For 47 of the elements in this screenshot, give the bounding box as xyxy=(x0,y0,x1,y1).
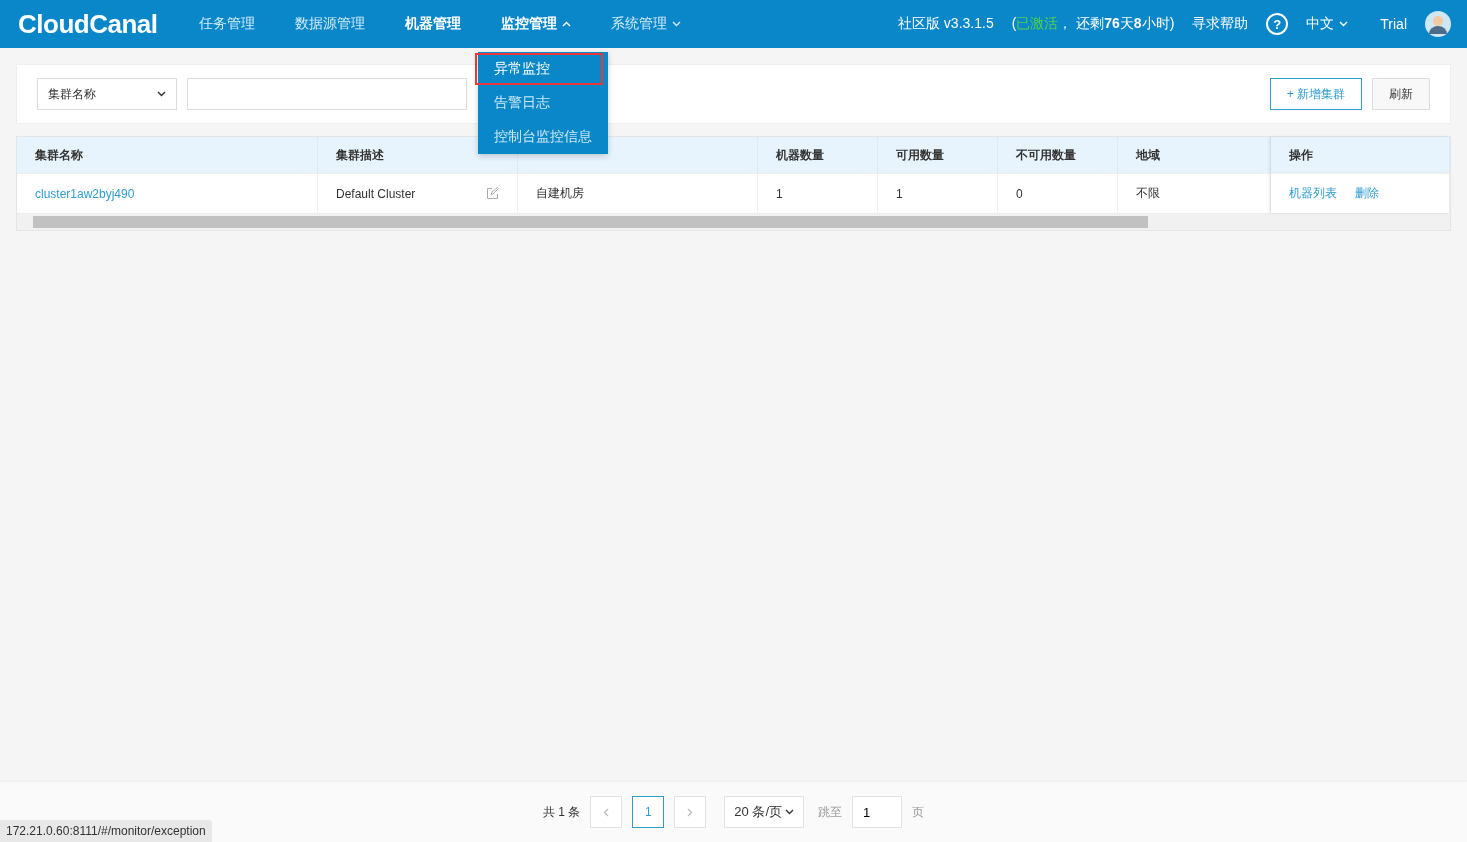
jump-label: 跳至 xyxy=(818,803,842,821)
prev-page-button[interactable] xyxy=(590,796,623,828)
chevron-right-icon xyxy=(687,807,694,817)
language-select[interactable]: 中文 xyxy=(1306,15,1349,33)
status-url: 172.21.0.60:8111/#/monitor/exception xyxy=(0,820,212,842)
help-icon[interactable]: ? xyxy=(1266,13,1289,35)
page-unit: 页 xyxy=(912,803,924,821)
add-cluster-button[interactable]: + 新增集群 xyxy=(1269,78,1362,110)
column-header: 地域 xyxy=(1118,137,1271,173)
chevron-icon xyxy=(157,91,166,97)
page-size-select[interactable]: 20 条/页 xyxy=(724,796,804,828)
search-field[interactable] xyxy=(187,78,467,110)
menu-item[interactable]: 告警日志 xyxy=(478,86,608,120)
description-text: Default Cluster xyxy=(336,186,416,201)
chevron-left-icon xyxy=(603,807,610,817)
next-page-button[interactable] xyxy=(674,796,707,828)
logo[interactable]: CloudCanal xyxy=(18,8,158,40)
nav-item[interactable]: 任务管理 xyxy=(179,0,276,48)
chevron-icon xyxy=(785,809,794,815)
column-header: 机器数量 xyxy=(758,137,878,173)
field-select[interactable]: 集群名称 xyxy=(37,78,177,110)
nav-item[interactable]: 系统管理 xyxy=(591,0,702,48)
page-button[interactable]: 1 xyxy=(632,796,665,828)
column-header: 可用数量 xyxy=(878,137,998,173)
chevron-icon xyxy=(562,21,572,27)
nav-item[interactable]: 数据源管理 xyxy=(275,0,386,48)
column-header: 集群名称 xyxy=(17,137,318,173)
chevron-icon xyxy=(1339,21,1349,27)
chevron-icon xyxy=(672,21,682,27)
action-link[interactable]: 机器列表 xyxy=(1289,185,1337,202)
jump-field[interactable]: 1 xyxy=(852,796,902,828)
horizontal-scrollbar[interactable] xyxy=(17,213,1450,230)
nav-item[interactable]: 监控管理 xyxy=(481,0,592,48)
edition-label: 社区版 v3.3.1.5 xyxy=(898,15,994,33)
column-header: 操作 xyxy=(1271,137,1450,173)
nav-item[interactable]: 机器管理 xyxy=(385,0,482,48)
license-status: (已激活， 还剩76天8小时) xyxy=(1011,15,1175,33)
user-name: Trial xyxy=(1380,16,1407,32)
column-header: 不可用数量 xyxy=(998,137,1118,173)
refresh-button[interactable]: 刷新 xyxy=(1372,78,1430,110)
avatar-icon[interactable] xyxy=(1425,11,1451,37)
menu-item[interactable]: 异常监控 xyxy=(474,52,604,86)
action-link[interactable]: 删除 xyxy=(1355,185,1379,202)
total-count: 共 1 条 xyxy=(543,803,581,821)
cluster-link[interactable]: cluster1aw2byj490 xyxy=(35,186,135,201)
help-link[interactable]: 寻求帮助 xyxy=(1192,15,1249,33)
edit-icon[interactable] xyxy=(486,187,499,200)
